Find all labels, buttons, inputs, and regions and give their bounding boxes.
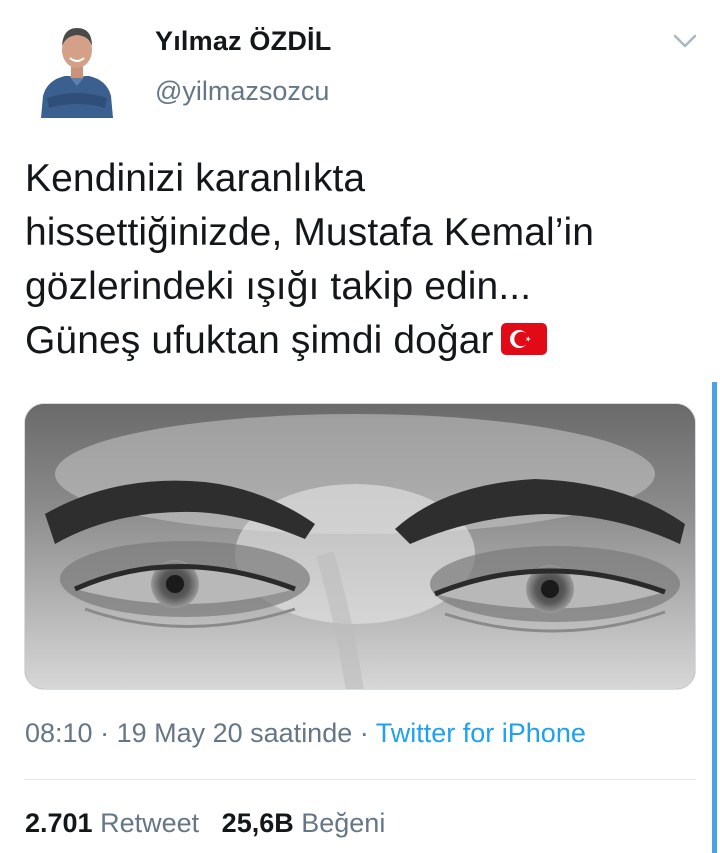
like-stat[interactable]: 25,6B Beğeni (222, 808, 386, 838)
like-count: 25,6B (221, 808, 294, 838)
tweet-timestamp: 08:10 · 19 May 20 saatinde · Twitter for… (25, 718, 586, 749)
retweet-label: Retweet (100, 808, 200, 838)
divider (24, 779, 696, 780)
retweet-count: 2.701 (25, 808, 93, 838)
author-display-name[interactable]: Yılmaz ÖZDİL (155, 26, 331, 57)
chevron-down-icon[interactable] (670, 28, 700, 54)
tweet-text: Kendinizi karanlıkta hissettiğinizde, Mu… (25, 152, 705, 368)
meta-separator: · (352, 718, 376, 748)
avatar[interactable] (37, 10, 117, 118)
retweet-stat[interactable]: 2.701 Retweet (25, 808, 199, 838)
tweet-text-line: Kendinizi karanlıkta (25, 157, 366, 200)
scrollbar[interactable] (712, 382, 717, 853)
tweet-time[interactable]: 08:10 (25, 718, 93, 748)
author-handle[interactable]: @yilmazsozcu (155, 76, 329, 107)
tweet-text-line: hissettiğinizde, Mustafa Kemal’in (25, 211, 595, 254)
tweet-detail: Yılmaz ÖZDİL @yilmazsozcu Kendinizi kara… (0, 0, 720, 853)
tweet-media-image[interactable] (24, 403, 696, 690)
tweet-source-link[interactable]: Twitter for iPhone (376, 718, 586, 748)
tweet-stats: 2.701 Retweet 25,6B Beğeni (25, 808, 385, 839)
tweet-text-line-last: Güneş ufuktan şimdi doğar (25, 314, 705, 368)
meta-separator: · (92, 718, 117, 748)
like-label: Beğeni (301, 808, 386, 838)
tweet-date[interactable]: 19 May 20 saatinde (117, 718, 353, 748)
turkish-flag-icon (500, 318, 548, 355)
tweet-text-line: Güneş ufuktan şimdi doğar (25, 319, 494, 362)
tweet-text-line: gözlerindeki ışığı takip edin... (25, 265, 532, 308)
